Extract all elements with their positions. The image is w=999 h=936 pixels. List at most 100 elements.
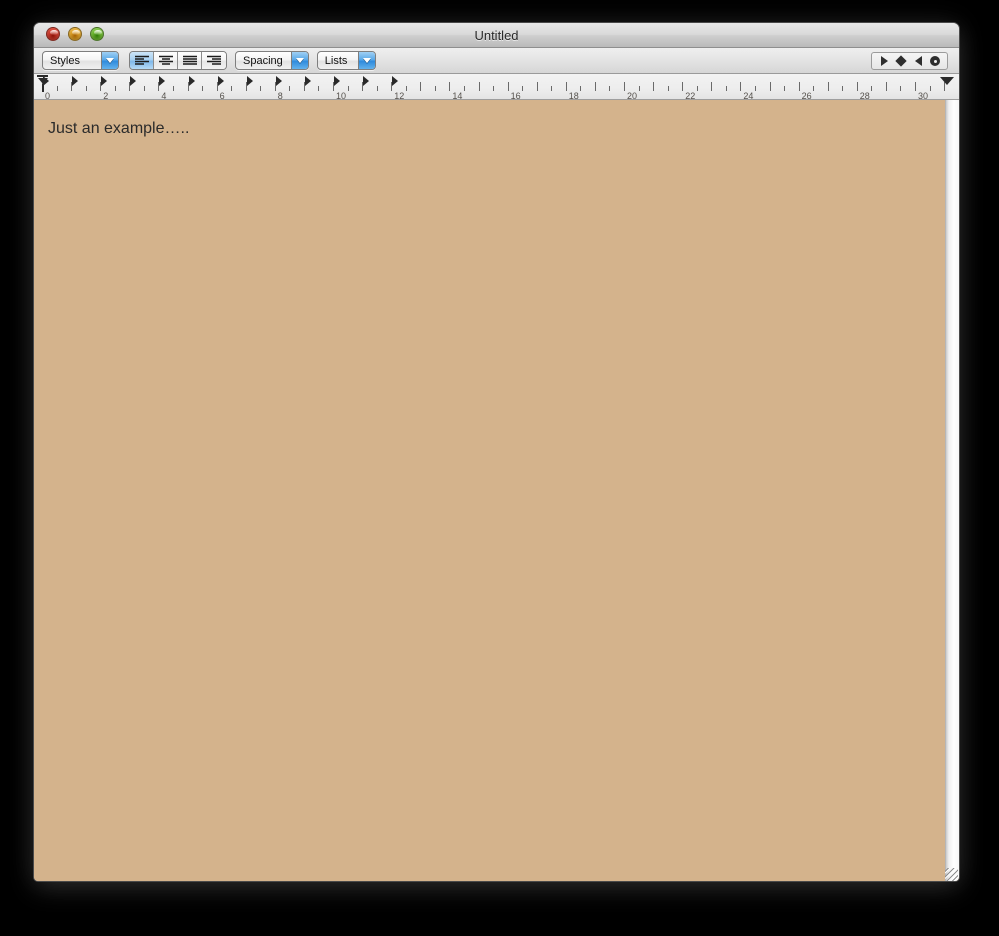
ruler-label: 28 <box>859 91 870 100</box>
close-button[interactable] <box>46 27 60 41</box>
lists-popup-button[interactable]: Lists <box>316 51 376 70</box>
align-center-button[interactable] <box>154 52 178 69</box>
document-text-area[interactable]: Just an example….. <box>34 100 959 881</box>
ruler-tick-minor <box>289 86 291 91</box>
alignment-segmented-control[interactable] <box>129 51 227 70</box>
ruler-tick-major <box>885 82 887 91</box>
ruler-tick-minor <box>376 86 378 91</box>
ruler-tick-minor <box>202 86 204 91</box>
ruler-tick-minor <box>813 86 815 91</box>
ruler-tick-minor <box>725 86 727 91</box>
minimize-button[interactable] <box>68 27 82 41</box>
ruler-tick-minor <box>842 86 844 91</box>
ruler-tick-minor <box>667 86 669 91</box>
zoom-button[interactable] <box>90 27 104 41</box>
ruler-tick-minor <box>347 86 349 91</box>
ruler-tick-major <box>827 82 829 91</box>
window-titlebar: Untitled <box>34 23 959 48</box>
resize-grip[interactable] <box>945 868 958 881</box>
ruler-tick-major <box>624 82 625 91</box>
ruler-tick-major <box>449 82 451 91</box>
styles-popup-button[interactable]: Styles <box>42 51 119 70</box>
ruler-tab-marker[interactable] <box>217 76 224 86</box>
spacing-popup-button[interactable]: Spacing <box>235 51 309 70</box>
ruler-tab-marker[interactable] <box>159 76 166 86</box>
ruler-tick-minor <box>85 86 87 91</box>
ruler-tick-major <box>798 82 800 91</box>
ruler-tick-major <box>594 82 596 91</box>
ruler-label: 2 <box>103 91 109 100</box>
ruler-tab-marker[interactable] <box>72 76 79 86</box>
ruler-tick-minor <box>434 86 436 91</box>
ruler[interactable]: 0 2 4 6 8 10 12 14 16 18 20 22 24 26 28 30 <box>34 74 959 100</box>
ruler-tab-marker[interactable] <box>334 76 340 86</box>
ruler-label: 12 <box>394 91 405 100</box>
ruler-tick-major <box>740 82 742 91</box>
ruler-tick-minor <box>754 86 756 91</box>
format-toolbar: Styles Spacing Lists <box>34 48 959 74</box>
ruler-tick-major <box>711 82 713 91</box>
ruler-tick-major <box>915 82 916 91</box>
ruler-tab-marker[interactable] <box>275 76 282 86</box>
dot-circle-icon[interactable] <box>929 55 941 67</box>
tab-stop-group <box>871 52 948 70</box>
ruler-label: 6 <box>219 91 225 100</box>
ruler-tick-minor <box>638 86 640 91</box>
ruler-tab-marker[interactable] <box>363 76 370 86</box>
ruler-label: 18 <box>568 91 579 100</box>
ruler-tick-minor <box>580 86 582 91</box>
align-right-button[interactable] <box>202 52 226 69</box>
vertical-scrollbar[interactable] <box>945 100 959 881</box>
ruler-tick-minor <box>260 86 262 91</box>
ruler-tick-minor <box>56 86 58 91</box>
ruler-tick-minor <box>318 86 320 91</box>
ruler-tick-minor <box>114 86 116 91</box>
ruler-tick-minor <box>463 86 465 91</box>
ruler-label: 24 <box>743 91 754 100</box>
chevron-down-icon <box>357 52 375 69</box>
spacing-popup-label: Spacing <box>243 54 283 67</box>
textedit-window: Untitled Styles Spacing Lists 0 2 4 6 8 … <box>33 22 960 882</box>
ruler-tick-minor <box>172 86 174 91</box>
ruler-tick-major <box>653 82 655 91</box>
ruler-tab-marker[interactable] <box>304 76 311 86</box>
ruler-label: 30 <box>918 91 929 100</box>
right-triangle-icon[interactable] <box>878 55 890 67</box>
first-line-indent-marker[interactable] <box>37 75 48 92</box>
align-left-button[interactable] <box>130 52 154 69</box>
ruler-tick-minor <box>522 86 524 91</box>
ruler-label: 8 <box>277 91 283 100</box>
ruler-label: 4 <box>161 91 167 100</box>
ruler-tab-marker[interactable] <box>392 76 399 86</box>
ruler-tick-major <box>478 82 480 91</box>
diamond-icon[interactable] <box>895 55 907 67</box>
ruler-tick-major <box>769 82 771 91</box>
ruler-tick-minor <box>784 86 786 91</box>
ruler-tick-minor <box>143 86 145 91</box>
ruler-tick-minor <box>900 86 902 91</box>
ruler-tick-minor <box>929 86 931 91</box>
ruler-tab-marker[interactable] <box>130 76 137 86</box>
document-body-text[interactable]: Just an example….. <box>48 120 189 138</box>
ruler-tick-major <box>536 82 538 91</box>
styles-popup-label: Styles <box>50 54 80 67</box>
right-margin-marker[interactable] <box>940 77 954 85</box>
ruler-label: 10 <box>336 91 347 100</box>
ruler-label: 20 <box>627 91 638 100</box>
ruler-tick-minor <box>493 86 495 91</box>
ruler-tick-minor <box>551 86 553 91</box>
ruler-tick-major <box>682 82 684 91</box>
ruler-tab-marker[interactable] <box>188 76 195 86</box>
ruler-tick-minor <box>696 86 698 91</box>
ruler-tick-major <box>565 82 567 91</box>
align-justify-button[interactable] <box>178 52 202 69</box>
ruler-label: 22 <box>685 91 696 100</box>
chevron-down-icon <box>290 52 308 69</box>
ruler-tick-minor <box>609 86 611 91</box>
left-triangle-icon[interactable] <box>912 55 924 67</box>
chevron-down-icon <box>101 52 118 69</box>
ruler-tab-marker[interactable] <box>246 76 253 86</box>
ruler-tick-major <box>856 82 858 91</box>
window-title: Untitled <box>474 28 519 43</box>
ruler-tab-marker[interactable] <box>101 76 108 86</box>
